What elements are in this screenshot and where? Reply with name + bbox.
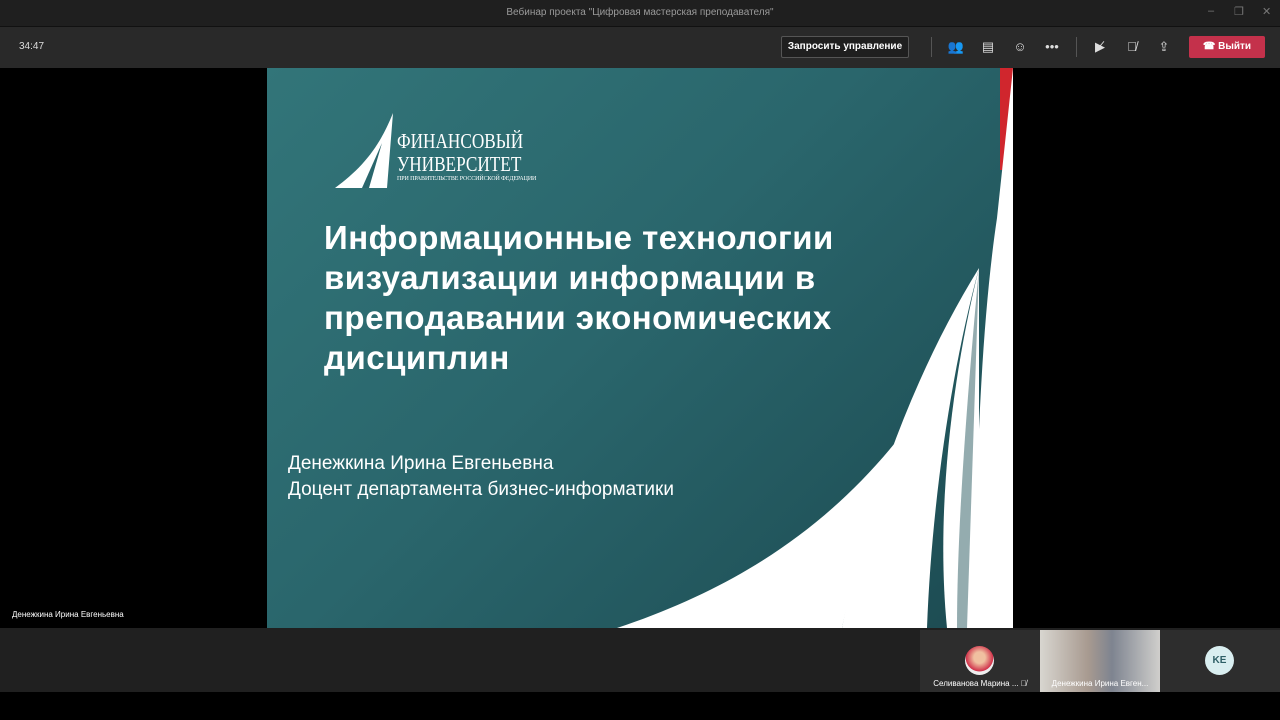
- participant-name: Селиванова Марина ... 🎙̸: [933, 679, 1027, 688]
- logo-line2: УНИВЕРСИТЕТ: [397, 152, 522, 176]
- close-icon[interactable]: ✕: [1262, 5, 1271, 18]
- share-screen-icon[interactable]: ⇪: [1155, 38, 1173, 56]
- meeting-timer: 34:47: [19, 41, 45, 52]
- avatar-initials: KE: [1205, 646, 1234, 675]
- logo-line3: ПРИ ПРАВИТЕЛЬСТВЕ РОССИЙСКОЙ ФЕДЕРАЦИИ: [397, 176, 537, 182]
- author-position: Доцент департамента бизнес-информатики: [288, 479, 674, 500]
- presentation-slide: ФИНАНСОВЫЙ УНИВЕРСИТЕТ ПРИ ПРАВИТЕЛЬСТВЕ…: [267, 68, 1013, 628]
- shared-screen: ФИНАНСОВЫЙ УНИВЕРСИТЕТ ПРИ ПРАВИТЕЛЬСТВЕ…: [0, 68, 1280, 628]
- participant-strip: Селиванова Марина ... 🎙̸ Денежкина Ирина…: [0, 628, 1280, 692]
- title-bar: Вебинар проекта "Цифровая мастерская пре…: [0, 0, 1280, 27]
- university-logo: ФИНАНСОВЫЙ УНИВЕРСИТЕТ ПРИ ПРАВИТЕЛЬСТВЕ…: [397, 129, 551, 183]
- author-name: Денежкина Ирина Евгеньевна: [288, 453, 554, 474]
- reactions-icon[interactable]: ☺: [1011, 38, 1029, 56]
- slide-title: Информационные технологии визуализации и…: [324, 219, 834, 376]
- divider: [1076, 37, 1077, 57]
- divider: [931, 37, 932, 57]
- participant-video-tile[interactable]: Денежкина Ирина Евген...: [1040, 630, 1160, 692]
- phone-icon: ☎: [1202, 41, 1219, 52]
- participant-tile[interactable]: Селиванова Марина ... 🎙̸: [920, 630, 1040, 692]
- participants-icon[interactable]: 👥: [947, 38, 965, 56]
- leave-label: Выйти: [1218, 41, 1252, 52]
- avatar: [965, 646, 994, 675]
- minimize-icon[interactable]: –: [1208, 5, 1214, 17]
- camera-off-icon[interactable]: ▶̸: [1091, 38, 1109, 56]
- mic-off-icon: 🎙̸: [1020, 679, 1027, 688]
- slide-author: Денежкина Ирина Евгеньевна Доцент департ…: [288, 451, 674, 503]
- presenter-name-label: Денежкина Ирина Евгеньевна: [12, 610, 124, 619]
- mic-off-icon[interactable]: 🎙̸: [1123, 38, 1141, 56]
- more-icon[interactable]: •••: [1043, 38, 1061, 56]
- request-control-button[interactable]: Запросить управление: [781, 36, 909, 58]
- participant-tile[interactable]: KE: [1160, 630, 1280, 692]
- window-title: Вебинар проекта "Цифровая мастерская пре…: [506, 7, 774, 18]
- restore-icon[interactable]: ❐: [1234, 5, 1244, 18]
- meeting-toolbar: 34:47 Запросить управление 👥 ▤ ☺ ••• ▶̸ …: [0, 27, 1280, 68]
- chat-icon[interactable]: ▤: [979, 38, 997, 56]
- logo-line1: ФИНАНСОВЫЙ: [397, 129, 524, 153]
- participant-name: Денежкина Ирина Евген...: [1051, 679, 1149, 688]
- leave-button[interactable]: ☎ Выйти: [1189, 36, 1265, 58]
